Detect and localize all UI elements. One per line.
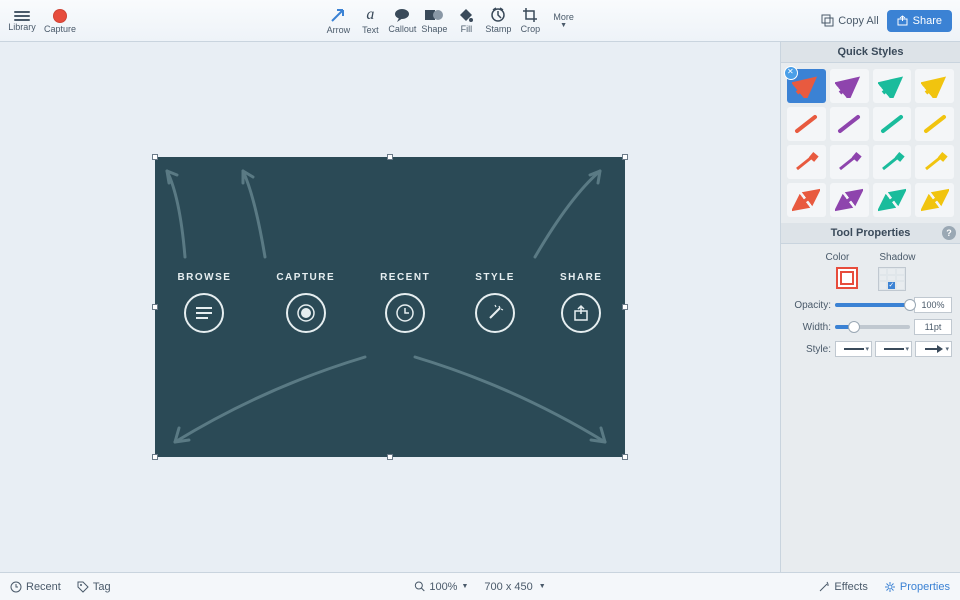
lines-icon [194, 306, 214, 320]
clock-icon [10, 581, 22, 593]
width-value[interactable]: 11pt [914, 319, 952, 335]
resize-handle[interactable] [152, 454, 158, 460]
line-style-select[interactable]: ▾ [835, 341, 872, 357]
help-icon[interactable]: ? [942, 226, 956, 240]
quick-style[interactable] [915, 145, 954, 179]
menu-button[interactable]: Library [6, 9, 38, 32]
more-button[interactable]: More ▼ [553, 12, 574, 29]
canvas-item-recent: RECENT [380, 272, 430, 333]
tool-properties-header: Tool Properties ? [781, 223, 960, 244]
status-tag[interactable]: Tag [77, 581, 111, 593]
quick-style[interactable] [873, 107, 912, 141]
dimensions-display[interactable]: 700 x 450▼ [484, 581, 545, 593]
quick-style[interactable] [830, 107, 869, 141]
width-label: Width: [789, 322, 831, 333]
copy-icon [821, 14, 834, 27]
side-panel: Quick Styles Tool Properties ? Color Sha… [780, 42, 960, 572]
resize-handle[interactable] [387, 454, 393, 460]
tag-icon [77, 581, 89, 593]
shadow-swatch[interactable]: ✓ [878, 267, 906, 291]
tool-stamp[interactable]: Stamp [483, 7, 513, 34]
properties-button[interactable]: Properties [884, 581, 950, 593]
canvas-item-style: STYLE [475, 272, 515, 333]
opacity-value[interactable]: 100% [914, 297, 952, 313]
quick-style[interactable] [830, 69, 869, 103]
capture-label: Capture [44, 24, 76, 34]
property-tabs: Color Shadow [789, 252, 952, 263]
quick-style[interactable] [873, 69, 912, 103]
quick-style[interactable] [915, 107, 954, 141]
quick-style[interactable] [830, 145, 869, 179]
quick-styles-grid [781, 63, 960, 223]
quick-style[interactable] [787, 145, 826, 179]
opacity-label: Opacity: [789, 300, 831, 311]
gear-icon [884, 581, 896, 593]
wand-icon [485, 303, 505, 323]
arrow-icon [329, 6, 347, 24]
quick-style[interactable] [915, 183, 954, 217]
quick-style[interactable] [915, 69, 954, 103]
record-icon [53, 9, 67, 23]
canvas-image[interactable]: BROWSE CAPTURE RECENT STYLE SHARE [155, 157, 625, 457]
quick-style[interactable] [830, 183, 869, 217]
tool-shape[interactable]: Shape [419, 7, 449, 34]
library-label: Library [8, 22, 36, 32]
text-icon: a [366, 6, 374, 24]
chevron-down-icon: ▼ [560, 22, 567, 29]
resize-handle[interactable] [622, 304, 628, 310]
capture-button[interactable]: Capture [44, 7, 76, 34]
tab-shadow[interactable]: Shadow [879, 252, 915, 263]
status-recent[interactable]: Recent [10, 581, 61, 593]
quick-style[interactable] [787, 107, 826, 141]
effects-button[interactable]: Effects [818, 581, 867, 593]
resize-handle[interactable] [387, 154, 393, 160]
color-swatch[interactable] [836, 267, 858, 289]
tab-color[interactable]: Color [825, 252, 849, 263]
callout-icon [393, 7, 411, 23]
canvas-item-capture: CAPTURE [276, 272, 335, 333]
record-circle-icon [296, 303, 316, 323]
fill-icon [458, 7, 474, 23]
stamp-icon [490, 7, 506, 23]
toolbar: Library Capture Arrow a Text Callout Sha… [0, 0, 960, 42]
share-icon [572, 304, 590, 322]
crop-icon [522, 7, 538, 23]
clock-icon [395, 303, 415, 323]
canvas-area[interactable]: BROWSE CAPTURE RECENT STYLE SHARE [0, 42, 780, 572]
quick-style[interactable] [787, 69, 826, 103]
tool-arrow[interactable]: Arrow [323, 6, 353, 35]
opacity-slider[interactable] [835, 303, 910, 307]
wand-icon [818, 581, 830, 593]
style-label: Style: [789, 344, 831, 355]
tool-text[interactable]: a Text [355, 6, 385, 35]
resize-handle[interactable] [152, 304, 158, 310]
canvas-item-share: SHARE [560, 272, 603, 333]
quick-style[interactable] [787, 183, 826, 217]
status-bar: Recent Tag 100%▼ 700 x 450▼ Effects Prop… [0, 572, 960, 600]
resize-handle[interactable] [622, 454, 628, 460]
tool-callout[interactable]: Callout [387, 7, 417, 34]
hamburger-icon [14, 11, 30, 21]
resize-handle[interactable] [622, 154, 628, 160]
zoom-control[interactable]: 100%▼ [414, 581, 468, 593]
search-icon [414, 581, 425, 592]
shape-icon [424, 7, 444, 23]
canvas-item-browse: BROWSE [177, 272, 231, 333]
head-style-select[interactable]: ▾ [915, 341, 952, 357]
end-style-select[interactable]: ▾ [875, 341, 912, 357]
tool-crop[interactable]: Crop [515, 7, 545, 34]
quick-styles-header: Quick Styles [781, 42, 960, 63]
resize-handle[interactable] [152, 154, 158, 160]
width-slider[interactable] [835, 325, 910, 329]
copy-all-button[interactable]: Copy All [821, 14, 878, 27]
quick-style[interactable] [873, 183, 912, 217]
share-up-icon [897, 15, 908, 26]
tool-fill[interactable]: Fill [451, 7, 481, 34]
share-button[interactable]: Share [887, 10, 952, 32]
quick-style[interactable] [873, 145, 912, 179]
